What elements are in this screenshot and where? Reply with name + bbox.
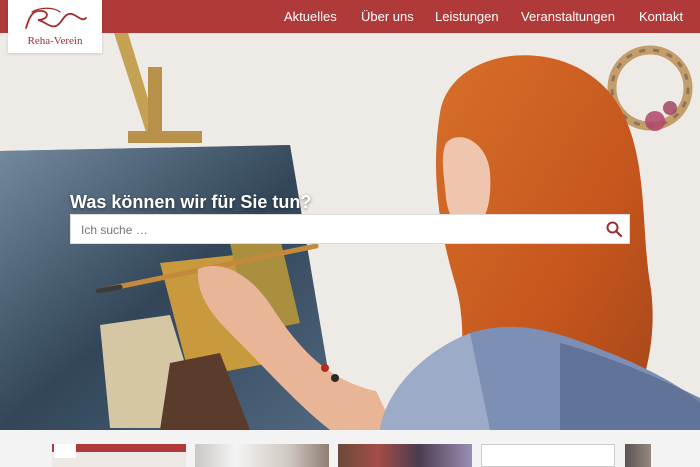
logo-text: Reha-Verein xyxy=(27,35,83,47)
hero-title: Was können wir für Sie tun? xyxy=(70,192,312,212)
hero-banner: Was können wir für Sie tun? xyxy=(0,33,700,430)
thumbnail-logo xyxy=(54,444,76,458)
search-bar xyxy=(70,214,630,245)
search-input[interactable] xyxy=(79,215,603,245)
nav-item-kontakt[interactable]: Kontakt xyxy=(639,9,683,24)
thumbnail-2[interactable] xyxy=(195,444,329,467)
thumbnail-5[interactable] xyxy=(625,444,651,467)
search-icon[interactable] xyxy=(605,220,623,238)
top-navbar: Aktuelles Über uns Leistungen Veranstalt… xyxy=(0,0,700,33)
thumbnail-strip xyxy=(0,430,700,467)
thumbnail-3[interactable] xyxy=(338,444,472,467)
nav-item-aktuelles[interactable]: Aktuelles xyxy=(284,9,337,24)
thumbnail-1[interactable] xyxy=(52,444,186,467)
nav-item-leistungen[interactable]: Leistungen xyxy=(435,9,499,24)
site-logo[interactable]: Reha-Verein xyxy=(8,0,102,53)
nav-item-veranstaltungen[interactable]: Veranstaltungen xyxy=(521,9,615,24)
thumbnail-4[interactable] xyxy=(481,444,615,467)
logo-signature-icon xyxy=(25,7,87,29)
nav-item-ueber-uns[interactable]: Über uns xyxy=(361,9,414,24)
